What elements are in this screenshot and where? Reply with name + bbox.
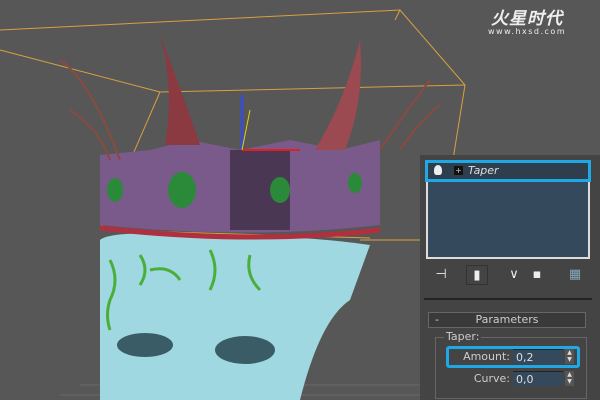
modify-panel: + Taper ⊣ ▮ ∨ ▪ ▦ - Parameters Taper: Am…	[420, 155, 600, 400]
show-end-result-icon[interactable]: ▮	[466, 265, 488, 285]
modifier-stack-list[interactable]: + Taper	[425, 160, 591, 259]
make-unique-icon[interactable]: ∨	[506, 265, 522, 285]
watermark-logo: 火星时代 www.hxsd.com	[488, 4, 566, 36]
divider	[424, 298, 592, 300]
curve-label: Curve:	[473, 372, 510, 385]
pin-stack-icon[interactable]: ⊣	[432, 265, 450, 285]
stack-toolbar: ⊣ ▮ ∨ ▪ ▦	[426, 263, 596, 287]
head-model	[100, 233, 370, 400]
rollout-title: Parameters	[475, 313, 539, 326]
remove-modifier-icon[interactable]: ▪	[529, 265, 545, 285]
amount-row: Amount: 0,2 ▲ ▼	[436, 346, 588, 368]
parameters-rollout-header[interactable]: - Parameters	[428, 312, 586, 328]
modifier-label: Taper	[468, 164, 499, 177]
curve-input[interactable]: 0,0	[513, 371, 563, 386]
modifier-stack-item-taper[interactable]: + Taper	[425, 160, 591, 182]
highlight-box	[446, 346, 580, 368]
watermark-url: www.hxsd.com	[488, 27, 567, 36]
expand-plus-icon[interactable]: +	[454, 166, 463, 175]
configure-modifier-sets-icon[interactable]: ▦	[566, 265, 584, 285]
lightbulb-icon[interactable]	[434, 165, 442, 175]
watermark-brand: 火星时代	[491, 9, 564, 29]
taper-group-label: Taper:	[444, 330, 482, 343]
crown-model	[59, 35, 441, 240]
curve-row: Curve: 0,0 ▲ ▼	[436, 370, 588, 388]
taper-group: Taper: Amount: 0,2 ▲ ▼ Curve: 0,0 ▲ ▼	[435, 330, 588, 399]
curve-spinner[interactable]: ▲ ▼	[565, 371, 574, 386]
